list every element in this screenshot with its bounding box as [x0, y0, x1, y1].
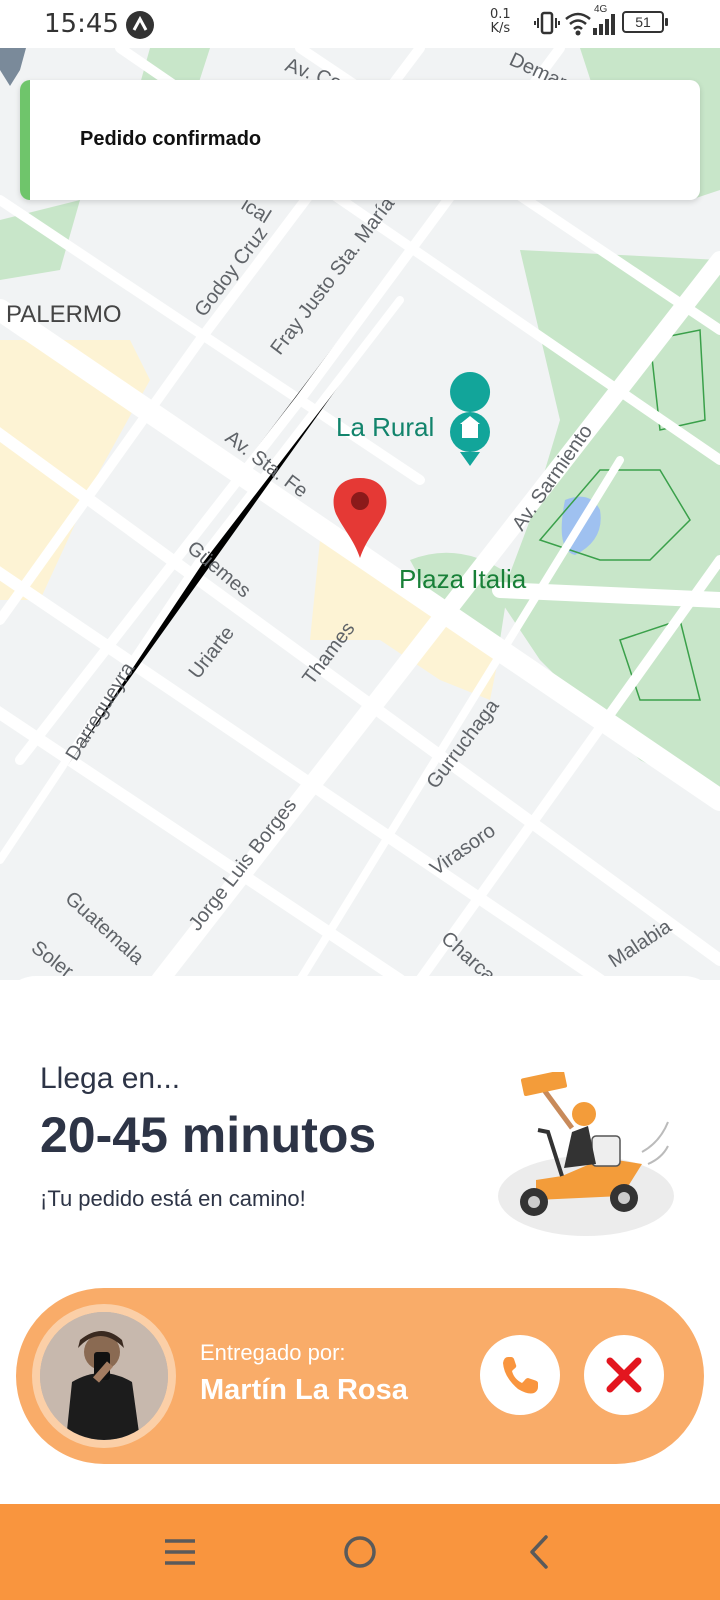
driver-card: Entregado por: Martín La Rosa [16, 1288, 704, 1464]
toast-message: Pedido confirmado [80, 128, 262, 150]
vibrate-icon [534, 11, 560, 35]
map-area-label: PALERMO [6, 301, 122, 328]
back-icon[interactable] [520, 1532, 560, 1572]
order-status-note: ¡Tu pedido está en camino! [40, 1186, 306, 1211]
home-icon[interactable] [340, 1532, 380, 1572]
network-speed: 0.1 K/s [490, 8, 511, 36]
order-confirmed-toast: Pedido confirmado [20, 80, 700, 200]
system-navigation-bar [0, 1504, 720, 1600]
app-notification-icon [126, 11, 154, 39]
status-bar: 15:45 0.1 K/s 4G 51 [0, 0, 720, 48]
phone-icon [503, 1357, 538, 1394]
map-poi-label: Plaza Italia [399, 564, 527, 594]
driver-label: Entregado por: [200, 1340, 346, 1365]
delivery-scooter-illustration [498, 1072, 674, 1236]
arrival-time: 20-45 minutos [40, 1107, 377, 1163]
status-icons: 0.1 K/s 4G 51 [480, 0, 720, 48]
cancel-order-button[interactable] [584, 1335, 664, 1415]
arrival-label: Llega en... [40, 1062, 181, 1095]
wifi-icon [565, 12, 591, 36]
map-poi-label: La Rural [336, 412, 434, 442]
call-driver-button[interactable] [480, 1335, 560, 1415]
network-speed-unit: K/s [490, 21, 511, 36]
menu-icon[interactable] [160, 1532, 200, 1572]
driver-avatar [32, 1304, 176, 1448]
signal-icon [593, 14, 615, 35]
close-icon [606, 1357, 642, 1393]
toast-accent [20, 80, 30, 200]
driver-name: Martín La Rosa [200, 1374, 408, 1406]
status-time: 15:45 [44, 9, 119, 39]
network-speed-value: 0.1 [490, 7, 511, 22]
battery-indicator: 51 [622, 11, 668, 33]
